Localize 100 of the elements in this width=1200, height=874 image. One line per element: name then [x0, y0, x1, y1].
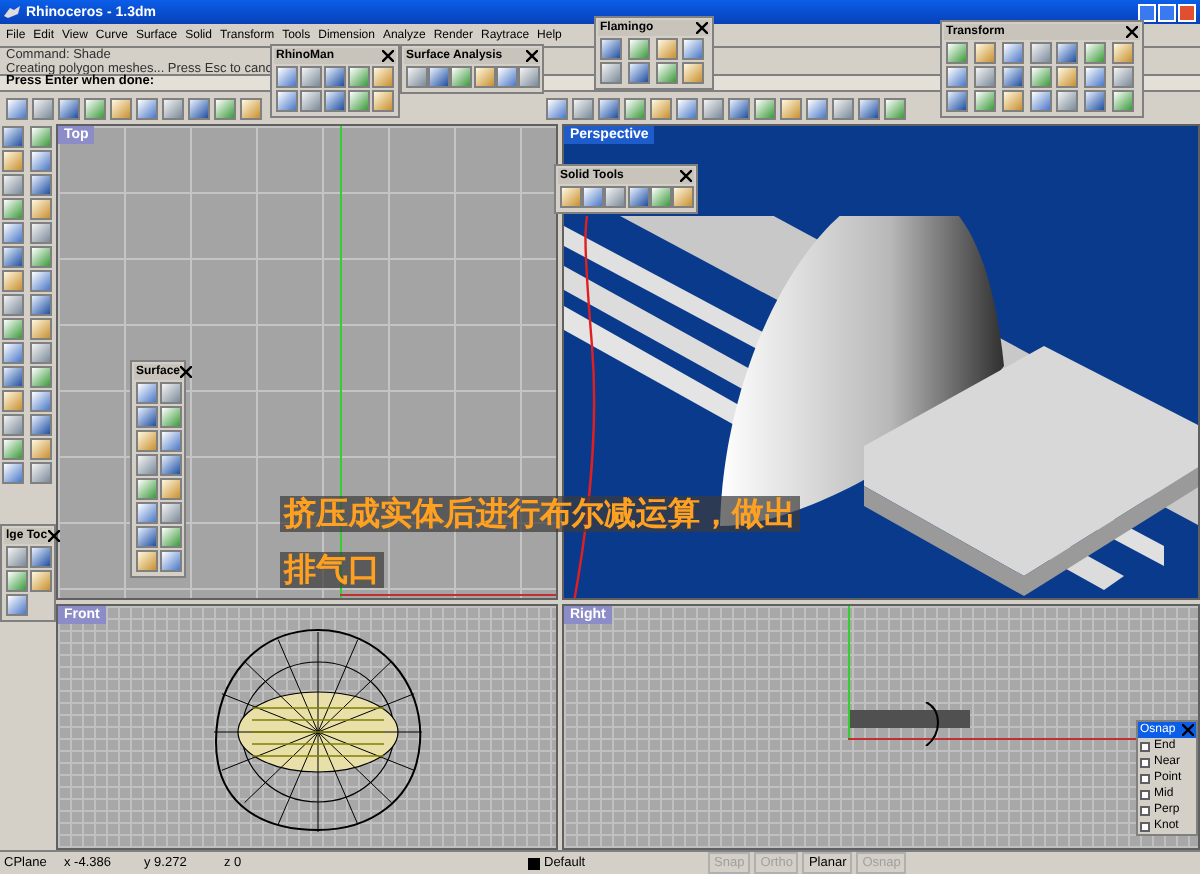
tool-icon[interactable]: [159, 454, 181, 476]
tool-icon[interactable]: [2, 222, 24, 244]
tool-icon[interactable]: [84, 97, 106, 119]
tool-icon[interactable]: [110, 97, 132, 119]
tool-icon[interactable]: [946, 90, 968, 112]
tool-icon[interactable]: [1084, 66, 1107, 88]
tool-icon[interactable]: [2, 318, 24, 340]
tool-icon[interactable]: [806, 97, 828, 119]
tool-icon[interactable]: [6, 97, 28, 119]
tool-icon[interactable]: [702, 97, 724, 119]
tool-icon[interactable]: [655, 62, 677, 84]
tool-icon[interactable]: [29, 366, 51, 388]
tool-icon[interactable]: [29, 198, 51, 220]
tool-icon[interactable]: [2, 198, 24, 220]
tool-icon[interactable]: [6, 570, 28, 592]
tool-icon[interactable]: [159, 478, 181, 500]
tool-icon[interactable]: [276, 66, 298, 88]
tool-icon[interactable]: [2, 246, 24, 268]
osnap-checkbox[interactable]: [1140, 741, 1150, 751]
tool-icon[interactable]: [136, 454, 158, 476]
close-icon[interactable]: [382, 50, 394, 62]
tool-icon[interactable]: [348, 90, 370, 112]
tool-icon[interactable]: [214, 97, 236, 119]
tool-icon[interactable]: [1056, 90, 1079, 112]
tool-icon[interactable]: [1029, 66, 1052, 88]
tool-icon[interactable]: [604, 186, 627, 208]
close-icon[interactable]: [1126, 26, 1138, 38]
tool-icon[interactable]: [29, 150, 51, 172]
tool-icon[interactable]: [600, 38, 622, 60]
tool-icon[interactable]: [627, 38, 650, 60]
tool-icon[interactable]: [2, 294, 24, 316]
tool-icon[interactable]: [29, 462, 51, 484]
tool-icon[interactable]: [159, 430, 181, 452]
tool-icon[interactable]: [29, 222, 51, 244]
tool-icon[interactable]: [159, 550, 181, 572]
tool-icon[interactable]: [6, 546, 28, 568]
tool-icon[interactable]: [1112, 90, 1135, 112]
tool-icon[interactable]: [2, 414, 24, 436]
tool-icon[interactable]: [29, 126, 51, 148]
tool-icon[interactable]: [973, 42, 996, 64]
tool-icon[interactable]: [2, 462, 24, 484]
tool-icon[interactable]: [29, 174, 51, 196]
tool-icon[interactable]: [754, 97, 776, 119]
osnap-checkbox[interactable]: [1140, 773, 1150, 783]
osnap-checkbox[interactable]: [1140, 821, 1150, 831]
tool-icon[interactable]: [624, 97, 646, 119]
minimize-button[interactable]: [1138, 3, 1156, 21]
tool-icon[interactable]: [2, 174, 24, 196]
tool-icon[interactable]: [832, 97, 854, 119]
tool-icon[interactable]: [32, 97, 54, 119]
tool-icon[interactable]: [159, 502, 181, 524]
tool-icon[interactable]: [29, 438, 51, 460]
tool-icon[interactable]: [159, 526, 181, 548]
tool-icon[interactable]: [2, 342, 24, 364]
tool-icon[interactable]: [1056, 66, 1079, 88]
tool-icon[interactable]: [29, 342, 51, 364]
tool-icon[interactable]: [372, 90, 394, 112]
tool-icon[interactable]: [136, 97, 158, 119]
tool-icon[interactable]: [495, 66, 518, 88]
tool-icon[interactable]: [136, 550, 158, 572]
tool-icon[interactable]: [2, 366, 24, 388]
tool-icon[interactable]: [428, 66, 451, 88]
tool-icon[interactable]: [598, 97, 620, 119]
tool-icon[interactable]: [572, 97, 594, 119]
tool-icon[interactable]: [240, 97, 262, 119]
tool-icon[interactable]: [159, 406, 181, 428]
tool-icon[interactable]: [29, 414, 51, 436]
tool-icon[interactable]: [300, 66, 322, 88]
tool-icon[interactable]: [136, 406, 158, 428]
tool-icon[interactable]: [655, 38, 677, 60]
tool-icon[interactable]: [406, 66, 428, 88]
tool-icon[interactable]: [1084, 42, 1107, 64]
tool-icon[interactable]: [649, 186, 672, 208]
tool-icon[interactable]: [29, 570, 51, 592]
tool-icon[interactable]: [780, 97, 802, 119]
close-button[interactable]: [1178, 3, 1196, 21]
tool-icon[interactable]: [58, 97, 80, 119]
tool-icon[interactable]: [2, 126, 24, 148]
maximize-button[interactable]: [1158, 3, 1176, 21]
tool-icon[interactable]: [560, 186, 582, 208]
tool-icon[interactable]: [324, 90, 346, 112]
tool-icon[interactable]: [582, 186, 605, 208]
tool-icon[interactable]: [2, 438, 24, 460]
tool-icon[interactable]: [2, 270, 24, 292]
osnap-checkbox[interactable]: [1140, 757, 1150, 767]
tool-icon[interactable]: [858, 97, 880, 119]
tool-icon[interactable]: [29, 246, 51, 268]
tool-icon[interactable]: [1084, 90, 1107, 112]
tool-icon[interactable]: [884, 97, 906, 119]
tool-icon[interactable]: [276, 90, 298, 112]
tool-icon[interactable]: [946, 66, 968, 88]
tool-icon[interactable]: [136, 502, 158, 524]
tool-icon[interactable]: [676, 97, 698, 119]
tool-icon[interactable]: [1001, 90, 1024, 112]
close-icon[interactable]: [696, 22, 708, 34]
tool-icon[interactable]: [136, 478, 158, 500]
tool-icon[interactable]: [728, 97, 750, 119]
tool-icon[interactable]: [473, 66, 495, 88]
osnap-checkbox[interactable]: [1140, 805, 1150, 815]
tool-icon[interactable]: [946, 42, 968, 64]
